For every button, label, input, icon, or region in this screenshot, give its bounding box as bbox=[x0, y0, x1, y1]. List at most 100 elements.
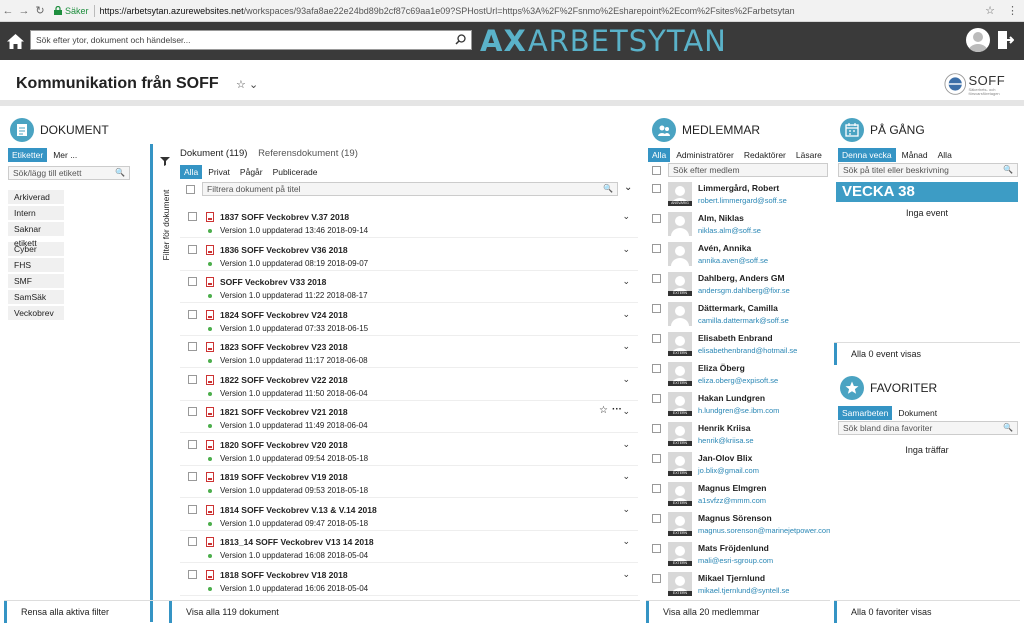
chevron-down-icon[interactable]: ⌄ bbox=[622, 244, 630, 255]
member-checkbox[interactable] bbox=[652, 424, 661, 433]
pill-privat[interactable]: Privat bbox=[204, 165, 234, 179]
member-name[interactable]: Jan-Olov Blix bbox=[698, 453, 752, 463]
pill-alla[interactable]: Alla bbox=[180, 165, 203, 179]
member-email[interactable]: eliza.oberg@expisoft.se bbox=[698, 376, 778, 385]
chevron-down-icon[interactable]: ⌄ bbox=[622, 439, 630, 450]
member-name[interactable]: Dahlberg, Anders GM bbox=[698, 273, 785, 283]
document-row[interactable]: 1819 SOFF Veckobrev V19 2018 Version 1.0 … bbox=[180, 466, 638, 498]
member-email[interactable]: magnus.sorenson@marinejetpower.com bbox=[698, 526, 830, 535]
row-checkbox[interactable] bbox=[188, 277, 197, 286]
member-checkbox[interactable] bbox=[652, 364, 661, 373]
member-checkbox[interactable] bbox=[652, 484, 661, 493]
row-checkbox[interactable] bbox=[188, 504, 197, 514]
document-title[interactable]: 1820 SOFF Veckobrev V20 2018 bbox=[220, 440, 348, 450]
pill-alla[interactable]: Alla bbox=[648, 148, 671, 162]
tag-item[interactable]: FHS bbox=[8, 258, 64, 272]
arbetsytan-logo[interactable]: AX ARBETSYTAN bbox=[480, 24, 727, 58]
member-name[interactable]: Alm, Niklas bbox=[698, 213, 744, 223]
member-name[interactable]: Magnus Sörenson bbox=[698, 513, 772, 523]
member-checkbox[interactable] bbox=[652, 184, 661, 193]
browser-menu-icon[interactable]: ⋮ bbox=[1007, 4, 1018, 17]
back-icon[interactable]: ← bbox=[0, 5, 16, 17]
chevron-down-icon[interactable]: ⌄ bbox=[622, 341, 630, 352]
chevron-down-icon[interactable]: ⌄ bbox=[249, 79, 258, 91]
member-email[interactable]: mali@esri-sgroup.com bbox=[698, 556, 773, 565]
pill-pagar[interactable]: Pågår bbox=[236, 165, 267, 179]
secure-indicator[interactable]: Säker bbox=[54, 6, 89, 16]
search-icon[interactable]: 🔍 bbox=[115, 168, 125, 177]
tag-item[interactable]: Intern bbox=[8, 206, 64, 220]
member-checkbox[interactable] bbox=[652, 574, 661, 583]
search-icon[interactable]: 🔍 bbox=[603, 184, 613, 193]
member-row[interactable]: Dättermark, Camilla camilla.dattermark@so… bbox=[646, 300, 828, 330]
row-checkbox[interactable] bbox=[188, 569, 197, 579]
member-email[interactable]: a1svfzz@mmm.com bbox=[698, 496, 766, 505]
member-name[interactable]: Elisabeth Enbrand bbox=[698, 333, 773, 343]
member-checkbox[interactable] bbox=[652, 244, 661, 253]
member-name[interactable]: Mikael Tjernlund bbox=[698, 573, 765, 583]
pill-redaktorer[interactable]: Redaktörer bbox=[740, 148, 790, 162]
member-email[interactable]: henrik@kriisa.se bbox=[698, 436, 754, 445]
user-avatar[interactable] bbox=[966, 28, 990, 52]
tab-mer[interactable]: Mer ... bbox=[49, 148, 81, 162]
chevron-down-icon[interactable]: ⌄ bbox=[622, 374, 630, 385]
member-row[interactable]: EXTERN Magnus Elmgren a1svfzz@mmm.com bbox=[646, 480, 828, 510]
favorite-star-icon[interactable]: ☆ bbox=[599, 405, 608, 416]
member-row[interactable]: EXTERN Jan-Olov Blix jo.blix@gmail.com bbox=[646, 450, 828, 480]
member-email[interactable]: robert.limmergard@soff.se bbox=[698, 196, 787, 205]
member-row[interactable]: EXTERN Mats Fröjdenlund mali@esri-sgroup.c… bbox=[646, 540, 828, 570]
row-checkbox[interactable] bbox=[188, 407, 197, 416]
member-name[interactable]: Hakan Lundgren bbox=[698, 393, 765, 403]
document-title[interactable]: 1818 SOFF Veckobrev V18 2018 bbox=[220, 570, 348, 580]
member-email[interactable]: h.lundgren@se.ibm.com bbox=[698, 406, 779, 415]
document-title[interactable]: 1824 SOFF Veckobrev V24 2018 bbox=[220, 310, 348, 320]
document-title[interactable]: 1823 SOFF Veckobrev V23 2018 bbox=[220, 342, 348, 352]
document-row[interactable]: 1837 SOFF Veckobrev V.37 2018 Version 1.0… bbox=[180, 206, 638, 238]
member-checkbox[interactable] bbox=[652, 334, 661, 343]
chevron-down-icon[interactable]: ⌄ bbox=[622, 276, 630, 287]
member-row[interactable]: ANSVARIG Limmergård, Robert robert.limmerg… bbox=[646, 180, 828, 210]
member-checkbox[interactable] bbox=[652, 544, 661, 553]
tab-etiketter[interactable]: Etiketter bbox=[8, 148, 48, 162]
member-checkbox[interactable] bbox=[652, 454, 661, 463]
bookmark-star-icon[interactable]: ☆ bbox=[985, 4, 995, 17]
row-checkbox[interactable] bbox=[188, 342, 197, 351]
document-filter-input[interactable]: Filtrera dokument på titel 🔍 bbox=[202, 182, 618, 196]
document-title[interactable]: 1821 SOFF Veckobrev V21 2018 bbox=[220, 407, 348, 417]
more-icon[interactable]: ··· bbox=[612, 404, 622, 415]
chevron-down-icon[interactable]: ⌄ bbox=[622, 536, 630, 547]
forward-icon[interactable]: → bbox=[16, 5, 32, 17]
member-name[interactable]: Eliza Öberg bbox=[698, 363, 745, 373]
row-checkbox[interactable] bbox=[188, 472, 197, 481]
event-search-input[interactable]: Sök på titel eller beskrivning 🔍 bbox=[838, 163, 1018, 177]
document-row[interactable]: 1813_14 SOFF Veckobrev V13 14 2018 Versio… bbox=[180, 531, 638, 563]
document-title[interactable]: 1822 SOFF Veckobrev V22 2018 bbox=[220, 375, 348, 385]
select-all-checkbox[interactable] bbox=[186, 185, 195, 194]
pill-dokument[interactable]: Dokument bbox=[894, 406, 941, 420]
favorite-search-input[interactable]: Sök bland dina favoriter 🔍 bbox=[838, 421, 1018, 435]
document-row[interactable]: 1821 SOFF Veckobrev V21 2018 Version 1.0 … bbox=[180, 401, 638, 433]
show-all-members-link[interactable]: Visa alla 20 medlemmar bbox=[663, 607, 759, 617]
reload-icon[interactable]: ↻ bbox=[32, 4, 48, 17]
clear-filters-link[interactable]: Rensa alla aktiva filter bbox=[21, 607, 161, 617]
member-row[interactable]: EXTERN Elisabeth Enbrand elisabethenbrand@… bbox=[646, 330, 828, 360]
filter-toggle[interactable]: Filter för dokument bbox=[160, 156, 174, 266]
row-checkbox[interactable] bbox=[188, 309, 197, 319]
member-email[interactable]: mikael.tjernlund@syntell.se bbox=[698, 586, 789, 595]
member-search-input[interactable]: Sök efter medlem bbox=[668, 163, 828, 177]
member-name[interactable]: Mats Fröjdenlund bbox=[698, 543, 769, 553]
member-email[interactable]: elisabethenbrand@hotmail.se bbox=[698, 346, 797, 355]
home-button[interactable] bbox=[0, 22, 30, 60]
chevron-down-icon[interactable]: ⌄ bbox=[622, 211, 630, 222]
member-email[interactable]: annika.aven@soff.se bbox=[698, 256, 768, 265]
member-name[interactable]: Henrik Kriisa bbox=[698, 423, 750, 433]
member-checkbox[interactable] bbox=[652, 514, 661, 523]
pill-denna-vecka[interactable]: Denna vecka bbox=[838, 148, 896, 162]
member-row[interactable]: EXTERN Dahlberg, Anders GM andersgm.dahlbe… bbox=[646, 270, 828, 300]
row-checkbox[interactable] bbox=[188, 537, 197, 546]
document-title[interactable]: 1836 SOFF Veckobrev V36 2018 bbox=[220, 245, 348, 255]
member-row[interactable]: EXTERN Mikael Tjernlund mikael.tjernlund@s… bbox=[646, 570, 828, 598]
member-checkbox[interactable] bbox=[652, 304, 661, 313]
tag-item[interactable]: Cyber bbox=[8, 242, 64, 256]
logout-button[interactable] bbox=[998, 31, 1015, 51]
